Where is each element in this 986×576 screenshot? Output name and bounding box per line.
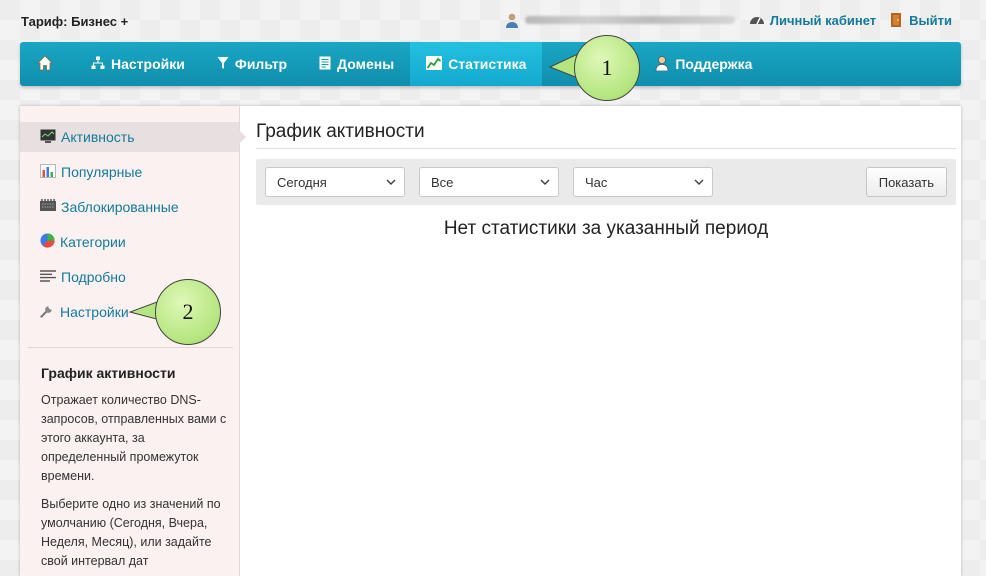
granularity-select-value: Час	[585, 174, 608, 190]
home-icon	[37, 54, 59, 74]
callout-2: 2	[155, 279, 221, 345]
sidebar-item-label: Популярные	[61, 164, 143, 180]
scope-select-value: Все	[431, 174, 454, 190]
activity-icon	[40, 129, 61, 146]
nav-settings[interactable]: Настройки	[75, 42, 201, 86]
user-icon	[504, 12, 520, 28]
sidebar-item-blocked[interactable]: Заблокированные	[20, 192, 239, 222]
nav-domains-label: Домены	[337, 56, 395, 72]
nav-home[interactable]	[20, 42, 75, 86]
granularity-select[interactable]: Час	[573, 167, 713, 197]
sidebar-item-label: Заблокированные	[61, 199, 179, 215]
filter-icon	[217, 56, 235, 73]
pie-chart-icon	[40, 233, 60, 251]
title-divider	[256, 148, 956, 149]
nav-settings-label: Настройки	[111, 56, 185, 72]
nav-statistics-label: Статистика	[448, 56, 527, 72]
empty-state-message: Нет статистики за указанный период	[443, 218, 769, 239]
sitemap-icon	[91, 56, 111, 73]
nav-support[interactable]: Поддержка	[639, 42, 768, 86]
filter-bar: Сегодня Все Час Показать	[256, 159, 956, 205]
user-area: Личный кабинет Выйти	[504, 12, 952, 28]
page-title: График активности	[256, 121, 425, 142]
logout-link-label: Выйти	[909, 12, 952, 28]
callout-1: 1	[574, 35, 640, 101]
document-icon	[319, 56, 337, 73]
help-paragraph-1: Отражает количество DNS-запросов, отправ…	[41, 393, 227, 483]
user-email-redacted	[524, 16, 735, 24]
show-button[interactable]: Показать	[865, 167, 947, 197]
period-select[interactable]: Сегодня	[265, 167, 405, 197]
door-icon	[888, 12, 904, 28]
chevron-down-icon	[694, 179, 704, 186]
help-title: График активности	[41, 365, 176, 381]
chevron-down-icon	[540, 179, 550, 186]
blocked-icon	[40, 198, 61, 216]
nav-filter[interactable]: Фильтр	[201, 42, 303, 86]
callout-1-number: 1	[601, 55, 613, 80]
sidebar-item-label: Категории	[60, 234, 126, 250]
period-select-value: Сегодня	[277, 174, 327, 190]
account-link-label: Личный кабинет	[769, 12, 877, 28]
logout-link[interactable]: Выйти	[888, 12, 952, 28]
sidebar-item-activity[interactable]: Активность	[20, 122, 246, 152]
chart-icon	[426, 55, 448, 73]
wrench-icon	[40, 303, 60, 321]
support-icon	[655, 55, 675, 74]
sidebar-item-label: Настройки	[60, 304, 129, 320]
sidebar-item-popular[interactable]: Популярные	[20, 157, 239, 187]
main-navbar: Настройки Фильтр Домены Статистика т Под…	[20, 42, 961, 86]
nav-support-label: Поддержка	[675, 56, 753, 72]
main-panel: Активность Популярные Заблокированные Ка…	[20, 106, 961, 576]
scope-select[interactable]: Все	[419, 167, 559, 197]
nav-filter-label: Фильтр	[234, 56, 288, 72]
sidebar-item-categories[interactable]: Категории	[20, 227, 239, 257]
bar-chart-icon	[40, 163, 61, 181]
sidebar: Активность Популярные Заблокированные Ка…	[20, 106, 246, 576]
account-link[interactable]: Личный кабинет	[749, 12, 876, 28]
sidebar-divider	[28, 347, 233, 348]
sidebar-item-label: Подробно	[61, 269, 126, 285]
dashboard-icon	[749, 12, 765, 28]
help-paragraph-2: Выберите одно из значений по умолчанию (…	[41, 497, 221, 568]
nav-statistics[interactable]: Статистика	[410, 42, 543, 86]
sidebar-item-label: Активность	[61, 129, 135, 145]
tariff-label: Тариф: Бизнес +	[21, 14, 129, 29]
top-bar: Тариф: Бизнес + Личный кабинет Выйти	[0, 0, 986, 40]
nav-domains[interactable]: Домены	[303, 42, 410, 86]
list-icon	[40, 269, 61, 285]
content-area: График активности Сегодня Все Час Показа…	[256, 106, 961, 576]
callout-2-number: 2	[182, 299, 194, 324]
chevron-down-icon	[386, 179, 396, 186]
